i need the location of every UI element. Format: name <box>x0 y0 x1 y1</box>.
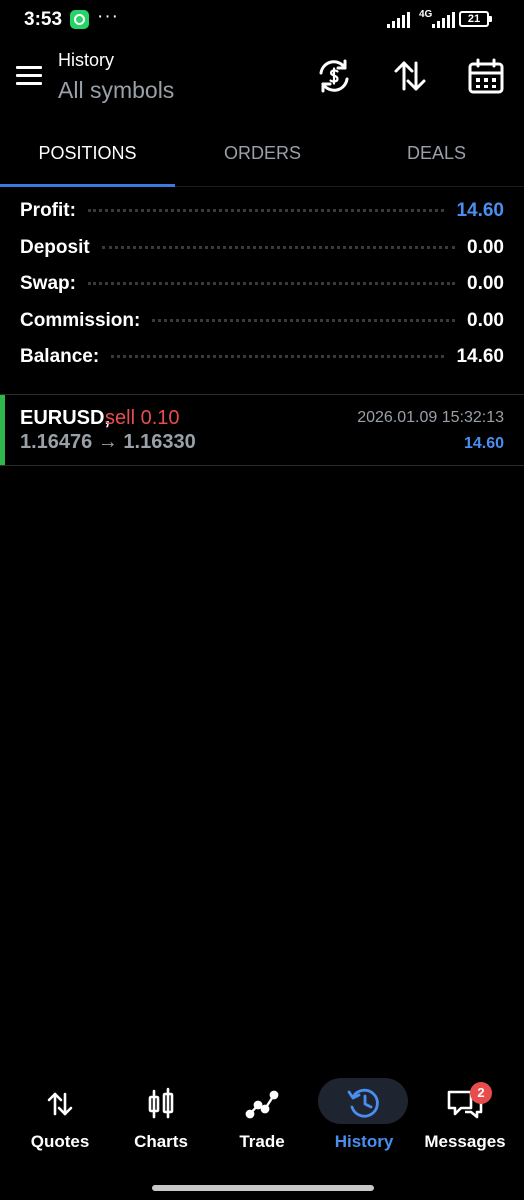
status-time: 3:53 <box>24 9 63 30</box>
summary-label: Deposit <box>20 236 90 258</box>
position-prices: 1.16476 → 1.16330 <box>20 431 196 453</box>
profit-value: 14.60 <box>456 200 504 221</box>
bottom-navigation: Quotes Charts Trade History 2 Messages <box>0 1074 524 1164</box>
swap-value: 0.00 <box>467 273 504 294</box>
tab-deals[interactable]: DEALS <box>349 128 524 186</box>
home-indicator <box>152 1185 374 1191</box>
nav-charts[interactable]: Charts <box>109 1074 213 1154</box>
dotted-leader <box>87 282 456 285</box>
summary-row-balance: Balance: 14.60 <box>20 346 504 383</box>
page-title: History <box>58 50 115 70</box>
signal-icon <box>387 12 410 28</box>
deposit-value: 0.00 <box>467 236 504 258</box>
nav-quotes[interactable]: Quotes <box>8 1074 112 1154</box>
nav-label: Trade <box>239 1132 285 1151</box>
position-profit: 14.60 <box>463 435 504 452</box>
nav-label: Charts <box>134 1132 188 1151</box>
dotted-leader <box>152 318 456 322</box>
summary-label: Balance: <box>20 346 100 367</box>
summary-row-swap: Swap: 0.00 <box>20 273 504 310</box>
signal-icon-2 <box>432 12 455 28</box>
position-side-volume: sell 0.10 <box>105 407 180 429</box>
nav-label: Quotes <box>30 1132 90 1151</box>
dotted-leader <box>101 245 456 249</box>
tab-positions[interactable]: POSITIONS <box>0 128 175 187</box>
nav-trade[interactable]: Trade <box>210 1074 314 1154</box>
nav-label: History <box>334 1132 394 1151</box>
more-notifications-icon: ··· <box>97 6 119 27</box>
balance-value: 14.60 <box>456 346 504 367</box>
position-symbol: EURUSD, <box>20 407 111 429</box>
history-clock-icon <box>347 1088 379 1118</box>
position-status-bar <box>0 395 5 465</box>
nav-messages[interactable]: 2 Messages <box>413 1074 517 1154</box>
position-timestamp: 2026.01.09 15:32:13 <box>357 409 504 426</box>
tab-orders[interactable]: ORDERS <box>175 128 350 186</box>
network-type-label: 4G <box>419 9 433 20</box>
quotes-arrows-icon <box>47 1092 73 1116</box>
nav-history[interactable]: History <box>312 1074 416 1154</box>
candlestick-icon <box>148 1087 174 1119</box>
position-row[interactable]: EURUSD, sell 0.10 1.16476 → 1.16330 2026… <box>0 394 524 466</box>
summary-label: Profit: <box>20 200 76 221</box>
summary-label: Commission: <box>20 309 141 331</box>
calendar-icon[interactable] <box>466 56 506 96</box>
summary-row-profit: Profit: 14.60 <box>20 200 504 237</box>
history-tabs: POSITIONS ORDERS DEALS <box>0 128 524 187</box>
symbol-filter[interactable]: All symbols <box>58 77 174 104</box>
dotted-leader <box>111 355 445 358</box>
summary-row-commission: Commission: 0.00 <box>20 310 504 347</box>
summary-panel: Profit: 14.60 Deposit 0.00 Swap: 0.00 Co… <box>20 200 504 383</box>
commission-value: 0.00 <box>467 309 504 331</box>
status-bar: 3:53 ··· 4G 21 <box>0 0 524 40</box>
dotted-leader <box>87 209 445 212</box>
menu-icon[interactable] <box>16 66 42 88</box>
sort-icon[interactable] <box>390 56 430 96</box>
summary-row-deposit: Deposit 0.00 <box>20 237 504 274</box>
currency-exchange-icon[interactable] <box>314 56 354 96</box>
nav-label: Messages <box>424 1132 506 1151</box>
summary-label: Swap: <box>20 273 76 294</box>
whatsapp-icon <box>70 10 89 29</box>
battery-icon: 21 <box>459 11 492 27</box>
trade-line-icon <box>245 1090 279 1119</box>
unread-badge: 2 <box>470 1082 492 1104</box>
